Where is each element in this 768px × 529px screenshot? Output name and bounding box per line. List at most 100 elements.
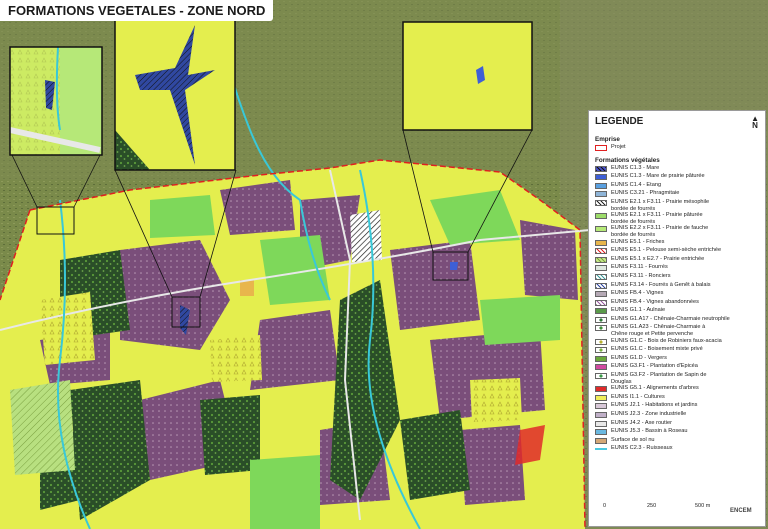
legend-item: EUNIS C2.3 - Ruisseaux: [589, 445, 765, 454]
legend-item-label: EUNIS C2.3 - Ruisseaux: [611, 445, 673, 452]
legend-item: EUNIS G3.F1 - Plantation d'Epicéa: [589, 363, 765, 372]
legend-item-label: EUNIS J4.2 - Axe routier: [611, 419, 672, 426]
scale-mid: 250: [647, 503, 657, 509]
legend-swatch: [595, 437, 607, 444]
legend-swatch: [595, 291, 607, 298]
legend-item-label: EUNIS G1.A17 - Chênaie-Charmaie neutroph…: [611, 315, 730, 322]
legend-item-label: EUNIS E2.2 x F3.11 - Prairie de fauche b…: [611, 225, 709, 238]
legend-swatch: [595, 226, 607, 233]
scale-zero: 0: [603, 503, 607, 509]
north-label: N: [752, 121, 758, 130]
legend-item-label: EUNIS C3.21 - Phragmitaie: [611, 190, 680, 197]
legend-item: EUNIS C1.3 - Mare: [589, 165, 765, 174]
legend-item: EUNIS E5.1 - Pelouse semi-sèche entriché…: [589, 247, 765, 256]
legend-swatch: [595, 403, 607, 410]
legend-item: EUNIS F3.14 - Fourrés à Genêt à balais: [589, 282, 765, 291]
legend-item: EUNIS C1.3 - Mare de prairie pâturée: [589, 173, 765, 182]
legend-item-label: EUNIS E5.1 - Pelouse semi-sèche entriché…: [611, 247, 722, 254]
legend-item: EUNIS J2.3 - Zone industrielle: [589, 411, 765, 420]
legend-swatch: [595, 165, 607, 172]
legend-item: Surface de sol nu: [589, 437, 765, 446]
legend-item: EUNIS G3.F2 - Plantation de Sapin de Dou…: [589, 372, 765, 385]
scale-labels: 0 250 500 m: [600, 503, 720, 527]
legend-swatch: [595, 282, 607, 289]
legend-item-label: EUNIS G5.1 - Alignements d'arbres: [611, 385, 699, 392]
scale-end: 500 m: [695, 503, 711, 509]
legend-items: EUNIS C1.3 - Mare EUNIS C1.3 - Mare de pr…: [589, 165, 765, 454]
legend-item-label: EUNIS FB.4 - Vignes abandonnées: [611, 298, 699, 305]
legend-item: EUNIS E2.2 x F3.11 - Prairie de fauche b…: [589, 225, 765, 238]
legend-swatch: [595, 355, 607, 362]
legend-swatch: [595, 213, 607, 220]
legend-item: EUNIS G1.A17 - Chênaie-Charmaie neutroph…: [589, 316, 765, 325]
legend-swatch: [595, 386, 607, 393]
legend-item-label: EUNIS G1.C - Boisement mixte privé: [611, 346, 703, 353]
legend-swatch: [595, 199, 607, 206]
legend-swatch: [595, 420, 607, 427]
legend-item-label: EUNIS F3.11 - Ronciers: [611, 272, 671, 279]
legend-item: EUNIS G1.D - Vergers: [589, 355, 765, 364]
legend-item: EUNIS G1.C - Bois de Robiniers faux-acac…: [589, 338, 765, 347]
legend-swatch: [595, 299, 607, 306]
legend-swatch: [595, 394, 607, 401]
legend-item-label: EUNIS FB.4 - Vignes: [611, 290, 664, 297]
legend-item: EUNIS E5.1 x E2.7 - Prairie entrichée: [589, 256, 765, 265]
legend-item-label: EUNIS J2.3 - Zone industrielle: [611, 411, 687, 417]
legend-heading: LEGENDE: [595, 116, 644, 127]
legend-item: EUNIS I1.1 - Cultures: [589, 394, 765, 403]
legend-item: EUNIS FB.4 - Vignes abandonnées: [589, 299, 765, 308]
emprise-heading: Emprise: [595, 136, 620, 143]
legend-item-label: EUNIS G1.1 - Aulnaie: [611, 307, 666, 314]
legend-item-label: EUNIS G3.F2 - Plantation de Sapin de Dou…: [611, 372, 707, 385]
legend-item: EUNIS J2.1 - Habitations et jardins: [589, 402, 765, 411]
inset-map-1: [9, 46, 103, 156]
legend-item: EUNIS G1.C - Boisement mixte privé: [589, 346, 765, 355]
legend-item-label: EUNIS G1.A23 - Chênaie-Charmaie à Chêne …: [611, 324, 706, 338]
legend-item-label: EUNIS E5.1 - Friches: [611, 238, 665, 245]
legend-item-projet: Projet: [589, 144, 765, 153]
legend-item-label: EUNIS E5.1 x E2.7 - Prairie entrichée: [611, 255, 705, 262]
legend-swatch: [595, 347, 607, 354]
legend-swatch: [595, 182, 607, 189]
legend-item-label: Projet: [611, 144, 626, 150]
legend-item: EUNIS E5.1 - Friches: [589, 239, 765, 248]
formations-heading: Formations végétales: [595, 156, 660, 164]
legend-item-label: EUNIS G1.D - Vergers: [611, 354, 667, 361]
legend-item: EUNIS C1.4 - Etang: [589, 182, 765, 191]
legend-swatch: [595, 308, 607, 315]
legend-swatch: [595, 239, 607, 246]
legend-swatch: [595, 325, 607, 332]
legend-item-label: EUNIS F3.11 - Fourrés: [611, 264, 668, 271]
legend-item-label: EUNIS E2.1 x F3.11 - Prairie pâturée bor…: [611, 212, 703, 225]
legend-swatch: [595, 256, 607, 263]
legend-item: EUNIS F3.11 - Fourrés: [589, 264, 765, 273]
north-arrow-icon: ▲ N: [751, 114, 759, 130]
legend-swatch: [595, 448, 607, 452]
legend-swatch: [595, 338, 607, 345]
legend-item-label: EUNIS J2.1 - Habitations et jardins: [611, 402, 698, 409]
legend-swatch: [595, 273, 607, 280]
legend-item-label: Surface de sol nu: [611, 436, 655, 443]
legend-item-label: EUNIS G3.F1 - Plantation d'Epicéa: [611, 363, 698, 370]
map-title: FORMATIONS VEGETALES - ZONE NORD: [0, 0, 274, 21]
legend-item: EUNIS G1.A23 - Chênaie-Charmaie à Chêne …: [589, 324, 765, 337]
legend-item: EUNIS F3.11 - Ronciers: [589, 273, 765, 282]
legend-swatch: [595, 191, 607, 198]
legend-item: EUNIS J4.2 - Axe routier: [589, 420, 765, 429]
legend-item-label: EUNIS G1.C - Bois de Robiniers faux-acac…: [611, 337, 722, 344]
legend-item-label: EUNIS J5.3 - Bassin à Roseau: [611, 428, 688, 435]
legend-swatch: [595, 364, 607, 371]
legend-item: EUNIS J5.3 - Bassin à Roseau: [589, 428, 765, 437]
legend-swatch: [595, 248, 607, 255]
legend-item-label: EUNIS C1.3 - Mare de prairie pâturée: [611, 173, 705, 180]
legend-item: EUNIS G5.1 - Alignements d'arbres: [589, 385, 765, 394]
vegetation-polygons: [0, 160, 585, 529]
inset-map-3: [402, 21, 533, 131]
legend-item: EUNIS FB.4 - Vignes: [589, 290, 765, 299]
legend-panel: LEGENDE ▲ N Emprise Projet Formations vég…: [588, 110, 766, 527]
legend-item: EUNIS E2.1 x F3.11 - Prairie mésophile b…: [589, 199, 765, 212]
legend-item-label: EUNIS C1.3 - Mare: [611, 164, 660, 171]
encem-logo: ENCEM: [730, 508, 752, 514]
legend-item: EUNIS C3.21 - Phragmitaie: [589, 190, 765, 199]
inset-map-2: [114, 19, 236, 171]
